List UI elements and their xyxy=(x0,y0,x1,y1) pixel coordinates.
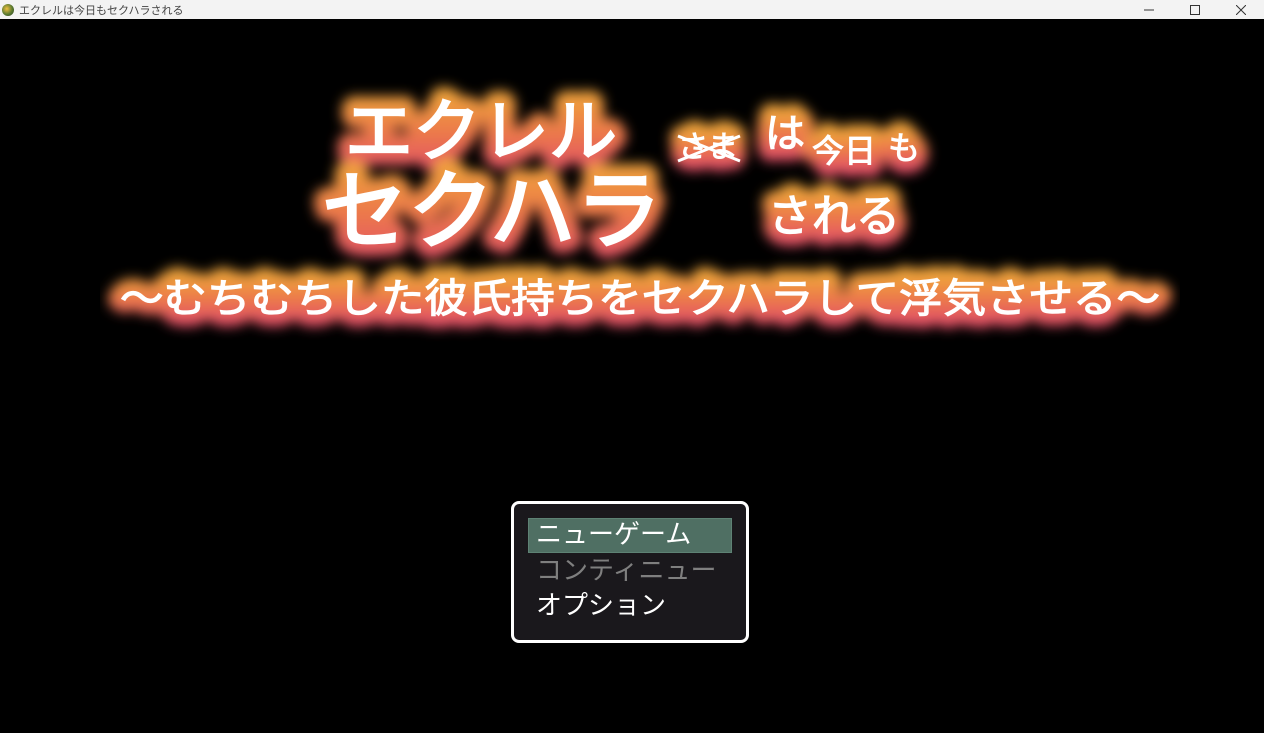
logo-line1-ha: は xyxy=(765,110,805,157)
game-logo-art: エクレル さま は 今日 も セクハラ される ～むちむちした彼氏持ちをセクハラ… xyxy=(108,80,1172,334)
logo-line1-main: エクレル xyxy=(345,92,617,172)
minimize-button[interactable] xyxy=(1126,0,1172,19)
game-window: エクレル は今日もセクハラ される エクレル は 今日 も セクハラ される ～むち… xyxy=(0,0,1264,733)
minimize-icon xyxy=(1144,9,1154,10)
title-command-menu: ニューゲーム コンティニュー オプション xyxy=(511,501,749,643)
close-button[interactable] xyxy=(1218,0,1264,19)
logo-line1-mo: も xyxy=(888,129,920,167)
menu-item-continue[interactable]: コンティニュー xyxy=(528,554,732,589)
menu-item-options[interactable]: オプション xyxy=(528,589,732,624)
app-icon xyxy=(2,3,14,16)
logo-text: エクレル さま は 今日 も セクハラ される ～むちむちした彼氏持ちをセクハラ… xyxy=(120,92,1160,322)
maximize-button[interactable] xyxy=(1172,0,1218,19)
logo-subtitle: ～むちむちした彼氏持ちをセクハラして浮気させる～ xyxy=(120,275,1160,322)
title-bar[interactable]: エクレルは今日もセクハラされる xyxy=(0,0,1264,19)
logo-line2-tail: される xyxy=(768,191,900,242)
window-title: エクレルは今日もセクハラされる xyxy=(19,3,184,17)
maximize-icon xyxy=(1190,4,1200,15)
menu-item-new-game[interactable]: ニューゲーム xyxy=(528,518,732,553)
logo-line2-main: セクハラ xyxy=(322,161,662,262)
window-controls xyxy=(1126,0,1264,19)
title-screen: エクレル さま は 今日 も セクハラ される ～むちむちした彼氏持ちをセクハラ… xyxy=(0,19,1264,733)
game-logo: エクレル さま は 今日 も セクハラ される ～むちむちした彼氏持ちをセクハラ… xyxy=(100,59,1180,359)
close-icon xyxy=(1236,4,1246,15)
logo-line1-kyou: 今日 xyxy=(812,132,876,170)
